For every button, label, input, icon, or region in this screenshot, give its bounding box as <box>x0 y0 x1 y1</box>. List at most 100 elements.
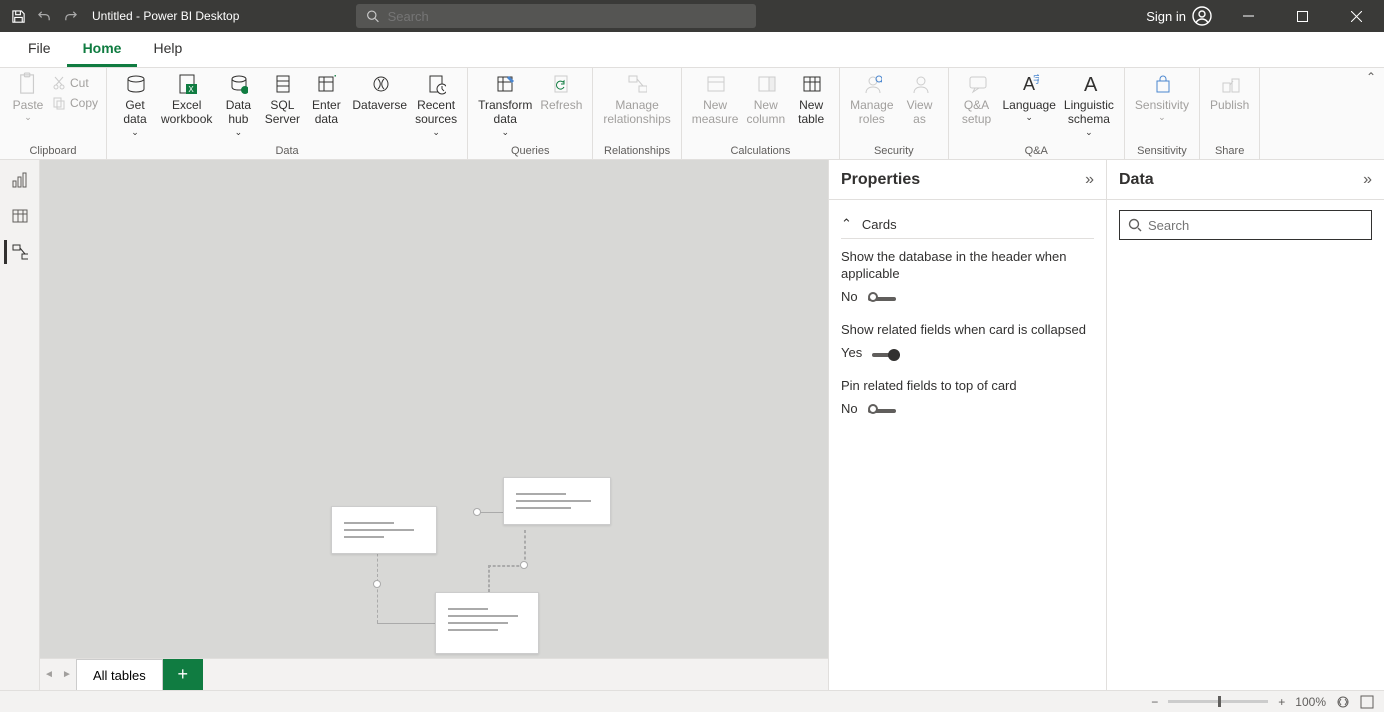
tab-help[interactable]: Help <box>137 32 198 67</box>
column-icon <box>756 74 776 94</box>
titlebar: Untitled - Power BI Desktop Sign in <box>0 0 1384 32</box>
group-queries: Transform data⌄ Refresh Queries <box>468 68 593 159</box>
collapse-properties-icon[interactable]: » <box>1085 171 1094 189</box>
chevron-up-icon: ⌃ <box>841 216 852 232</box>
cut-icon <box>52 76 66 90</box>
ribbon-tabs: File Home Help <box>0 32 1384 68</box>
save-icon[interactable] <box>10 8 26 24</box>
zoom-out-button[interactable]: − <box>1151 695 1158 709</box>
data-search-input[interactable] <box>1148 218 1363 233</box>
zoom-slider[interactable] <box>1168 700 1268 703</box>
add-tab-button[interactable]: + <box>163 659 203 691</box>
zoom-in-button[interactable]: + <box>1278 695 1285 709</box>
search-icon <box>1128 218 1142 232</box>
get-data-button[interactable]: Get data⌄ <box>113 70 157 138</box>
titlebar-search-input[interactable] <box>388 9 747 24</box>
paste-button: Paste ⌄ <box>6 70 50 127</box>
tab-nav-prev[interactable]: ◄ <box>40 659 58 691</box>
left-rail <box>0 160 40 690</box>
group-clipboard: Paste ⌄ Cut Copy Clipboard <box>0 68 107 159</box>
qa-icon <box>967 74 987 94</box>
signin-button[interactable]: Sign in <box>1140 6 1218 26</box>
copy-icon <box>52 96 66 110</box>
sensitivity-button: Sensitivity⌄ <box>1131 70 1193 123</box>
group-share: Publish Share <box>1200 68 1260 159</box>
zoom-level: 100% <box>1295 695 1326 709</box>
view-as-button: View as <box>898 70 942 127</box>
measure-icon <box>705 74 725 94</box>
svg-text:X: X <box>188 85 194 94</box>
titlebar-search[interactable] <box>356 4 756 28</box>
manage-roles-button: Manage roles <box>846 70 897 127</box>
tab-home[interactable]: Home <box>67 32 138 67</box>
group-relationships: Manage relationships Relationships <box>593 68 681 159</box>
close-button[interactable] <box>1334 0 1380 32</box>
publish-button: Publish <box>1206 70 1253 112</box>
new-column-button: New column <box>742 70 789 127</box>
tab-all-tables[interactable]: All tables <box>76 659 163 691</box>
svg-text:+: + <box>334 73 336 83</box>
tab-nav-next[interactable]: ► <box>58 659 76 691</box>
new-table-button[interactable]: New table <box>789 70 833 127</box>
copy-button: Copy <box>50 94 100 112</box>
connector <box>524 530 526 565</box>
collapse-data-icon[interactable]: » <box>1363 171 1372 189</box>
roles-icon <box>862 74 882 94</box>
show-related-toggle[interactable] <box>872 353 900 357</box>
connector <box>377 623 437 624</box>
excel-workbook-button[interactable]: XExcel workbook <box>157 70 216 127</box>
model-card[interactable] <box>503 477 611 525</box>
fit-page-icon[interactable] <box>1336 695 1350 709</box>
tab-file[interactable]: File <box>12 32 67 67</box>
qa-setup-button: Q&A setup <box>955 70 999 127</box>
sql-server-button[interactable]: SQL Server <box>260 70 304 127</box>
recent-sources-button[interactable]: Recent sources⌄ <box>411 70 461 138</box>
model-canvas[interactable] <box>40 160 828 658</box>
minimize-button[interactable] <box>1226 0 1272 32</box>
model-card[interactable] <box>331 506 437 554</box>
enter-data-button[interactable]: +Enter data <box>304 70 348 127</box>
redo-icon[interactable] <box>62 8 78 24</box>
pin-related-toggle[interactable] <box>868 409 896 413</box>
linguistic-schema-button[interactable]: ALinguistic schema⌄ <box>1060 70 1118 138</box>
dataverse-button[interactable]: Dataverse <box>348 70 411 112</box>
svg-text:A: A <box>1084 74 1098 95</box>
cards-section-header[interactable]: ⌃ Cards <box>841 210 1094 239</box>
data-view-icon <box>11 207 29 225</box>
report-view-icon <box>11 171 29 189</box>
publish-icon <box>1220 74 1240 94</box>
model-card[interactable] <box>435 592 539 654</box>
fullscreen-icon[interactable] <box>1360 695 1374 709</box>
connector-node <box>373 580 381 588</box>
properties-pane: Properties » ⌃ Cards Show the database i… <box>828 160 1106 690</box>
collapse-ribbon-icon[interactable]: ⌃ <box>1366 70 1376 84</box>
new-measure-button: New measure <box>688 70 743 127</box>
group-qa: Q&A setup A字Language⌄ ALinguistic schema… <box>949 68 1125 159</box>
data-view-button[interactable] <box>8 204 32 228</box>
data-title: Data <box>1119 171 1154 189</box>
data-hub-button[interactable]: Data hub⌄ <box>216 70 260 138</box>
dataverse-icon <box>370 74 390 94</box>
connector-node <box>520 561 528 569</box>
enter-data-icon: + <box>316 74 336 94</box>
get-data-icon <box>125 74 145 94</box>
report-view-button[interactable] <box>8 168 32 192</box>
transform-data-button[interactable]: Transform data⌄ <box>474 70 536 138</box>
group-data: Get data⌄ XExcel workbook Data hub⌄ SQL … <box>107 68 468 159</box>
excel-icon: X <box>177 74 197 94</box>
data-hub-icon <box>228 74 248 94</box>
relationships-icon <box>627 74 647 94</box>
ribbon: ⌃ Paste ⌄ Cut Copy Clipboard Get data⌄ X… <box>0 68 1384 160</box>
show-database-toggle[interactable] <box>868 297 896 301</box>
schema-icon: A <box>1079 74 1099 94</box>
group-security: Manage roles View as Security <box>840 68 948 159</box>
maximize-button[interactable] <box>1280 0 1326 32</box>
model-view-button[interactable] <box>4 240 28 264</box>
undo-icon[interactable] <box>36 8 52 24</box>
language-button[interactable]: A字Language⌄ <box>999 70 1060 123</box>
search-icon <box>366 9 379 23</box>
data-search-box[interactable] <box>1119 210 1372 240</box>
model-view-icon <box>12 243 28 261</box>
connector <box>488 565 490 592</box>
manage-relationships-button: Manage relationships <box>599 70 674 127</box>
